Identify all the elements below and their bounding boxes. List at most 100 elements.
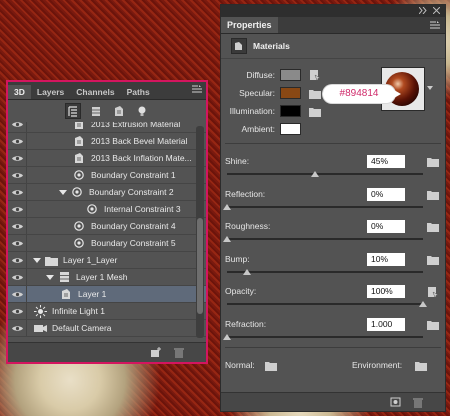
scrollbar[interactable] [196, 126, 204, 338]
texture-file-icon[interactable] [427, 286, 439, 298]
scene-layer-label: Boundary Constraint 2 [89, 187, 174, 197]
materials-icon [231, 38, 247, 54]
visibility-eye-icon[interactable] [8, 320, 27, 336]
slider-handle[interactable] [223, 236, 231, 242]
scene-layer-label: 2013 Back Bevel Material [91, 136, 188, 146]
tab-paths[interactable]: Paths [121, 85, 156, 99]
close-icon[interactable] [433, 7, 440, 14]
scene-layer-label: Boundary Constraint 5 [91, 238, 176, 248]
scene-layer-row[interactable]: 2013 Back Inflation Mate... [8, 150, 206, 167]
slider-track[interactable] [227, 173, 423, 175]
parameter-label: Roughness: [225, 221, 271, 231]
parameter-value-field[interactable]: 10% [367, 252, 405, 266]
visibility-eye-icon[interactable] [8, 201, 27, 217]
parameter-value-field[interactable]: 45% [367, 155, 405, 168]
tab-properties[interactable]: Properties [221, 17, 278, 33]
slider-handle[interactable] [223, 203, 231, 210]
slider-track[interactable] [227, 303, 423, 305]
color-swatch[interactable] [280, 87, 301, 99]
slider-track[interactable] [227, 205, 423, 208]
scene-layer-label: Layer 1 Mesh [76, 272, 128, 282]
normal-map-folder-icon[interactable] [265, 360, 277, 371]
scroll-thumb[interactable] [197, 218, 203, 314]
slider-handle[interactable] [311, 171, 320, 177]
slider-track[interactable] [227, 270, 423, 273]
panel-menu-icon[interactable] [192, 85, 202, 94]
scene-layer-row[interactable]: Internal Constraint 3 [8, 201, 206, 218]
slider-handle[interactable] [223, 333, 231, 340]
visibility-eye-icon[interactable] [8, 150, 27, 166]
scene-layer-row[interactable]: 2013 Back Bevel Material [8, 133, 206, 150]
color-swatch[interactable] [280, 123, 301, 135]
visibility-eye-icon[interactable] [8, 133, 27, 149]
environment-map-folder-icon[interactable] [415, 360, 427, 371]
folder-icon[interactable] [427, 189, 439, 200]
slider-track[interactable] [227, 335, 423, 338]
scene-layer-row[interactable]: Boundary Constraint 2 [8, 184, 206, 201]
panel-menu-icon[interactable] [430, 21, 440, 30]
folder-icon[interactable] [427, 254, 439, 265]
section-divider [225, 143, 441, 144]
color-value-callout: #894814 [323, 85, 401, 103]
visibility-eye-icon[interactable] [8, 235, 27, 251]
visibility-eye-icon[interactable] [8, 122, 27, 132]
swatch-row: Specular: [225, 86, 321, 100]
scene-layer-row[interactable]: Boundary Constraint 4 [8, 218, 206, 235]
parameter-value-field[interactable]: 0% [367, 220, 405, 233]
visibility-eye-icon[interactable] [8, 218, 27, 234]
trash-icon[interactable] [174, 347, 184, 358]
visibility-eye-icon[interactable] [8, 184, 27, 200]
whole-scene-filter-icon[interactable] [64, 103, 81, 119]
color-swatch[interactable] [280, 105, 301, 117]
texture-file-icon[interactable] [309, 69, 321, 81]
parameter-row: Refraction: 1.000 [221, 317, 445, 332]
environment-label: Environment: [352, 360, 403, 370]
collapse-icon[interactable] [419, 7, 427, 14]
add-light-icon[interactable] [150, 347, 162, 358]
material-filter-icon[interactable] [111, 103, 127, 119]
trash-icon[interactable] [413, 397, 423, 408]
mesh-filter-icon[interactable] [88, 103, 104, 119]
constraint-icon [72, 168, 86, 182]
scene-layer-label: Infinite Light 1 [52, 306, 105, 316]
tab-channels[interactable]: Channels [70, 85, 120, 99]
scene-layer-row[interactable]: Default Camera [8, 320, 206, 337]
visibility-eye-icon[interactable] [8, 269, 27, 285]
visibility-eye-icon[interactable] [8, 286, 27, 302]
expand-arrow-icon[interactable] [33, 256, 41, 264]
parameter-label: Refraction: [225, 318, 267, 329]
parameter-value-field[interactable]: 0% [367, 187, 405, 201]
visibility-eye-icon[interactable] [8, 252, 27, 268]
texture-file-icon[interactable] [309, 87, 321, 99]
scene-layer-row[interactable]: Layer 1_Layer [8, 252, 206, 269]
tab-3d[interactable]: 3D [8, 85, 31, 99]
scene-layer-row[interactable]: Layer 1 [8, 286, 206, 303]
reset-icon[interactable] [390, 397, 401, 407]
parameter-value-field[interactable]: 100% [367, 285, 405, 298]
color-swatch[interactable] [280, 69, 301, 81]
slider-handle[interactable] [419, 301, 427, 307]
expand-arrow-icon[interactable] [46, 273, 54, 281]
normal-label: Normal: [225, 360, 255, 370]
preview-dropdown-icon[interactable] [427, 85, 433, 91]
material-icon [72, 151, 86, 165]
scene-layer-row[interactable]: Infinite Light 1 [8, 303, 206, 320]
visibility-eye-icon[interactable] [8, 303, 27, 319]
scene-layer-row[interactable]: Boundary Constraint 5 [8, 235, 206, 252]
swatch-row: Ambient: [225, 122, 301, 136]
folder-icon[interactable] [427, 319, 439, 330]
visibility-eye-icon[interactable] [8, 167, 27, 183]
parameter-row: Roughness: 0% [221, 220, 445, 234]
folder-icon[interactable] [427, 221, 439, 232]
light-filter-icon[interactable] [134, 103, 150, 119]
slider-track[interactable] [227, 238, 423, 240]
texture-file-icon[interactable] [309, 105, 321, 117]
expand-arrow-icon[interactable] [59, 188, 67, 196]
folder-icon[interactable] [427, 156, 439, 167]
parameter-value-field[interactable]: 1.000 [367, 317, 405, 331]
tab-layers[interactable]: Layers [31, 85, 70, 99]
scene-layer-row[interactable]: Layer 1 Mesh [8, 269, 206, 286]
slider-handle[interactable] [242, 268, 251, 275]
scene-layer-row[interactable]: 2013 Extrusion Material [8, 122, 206, 133]
scene-layer-row[interactable]: Boundary Constraint 1 [8, 167, 206, 184]
